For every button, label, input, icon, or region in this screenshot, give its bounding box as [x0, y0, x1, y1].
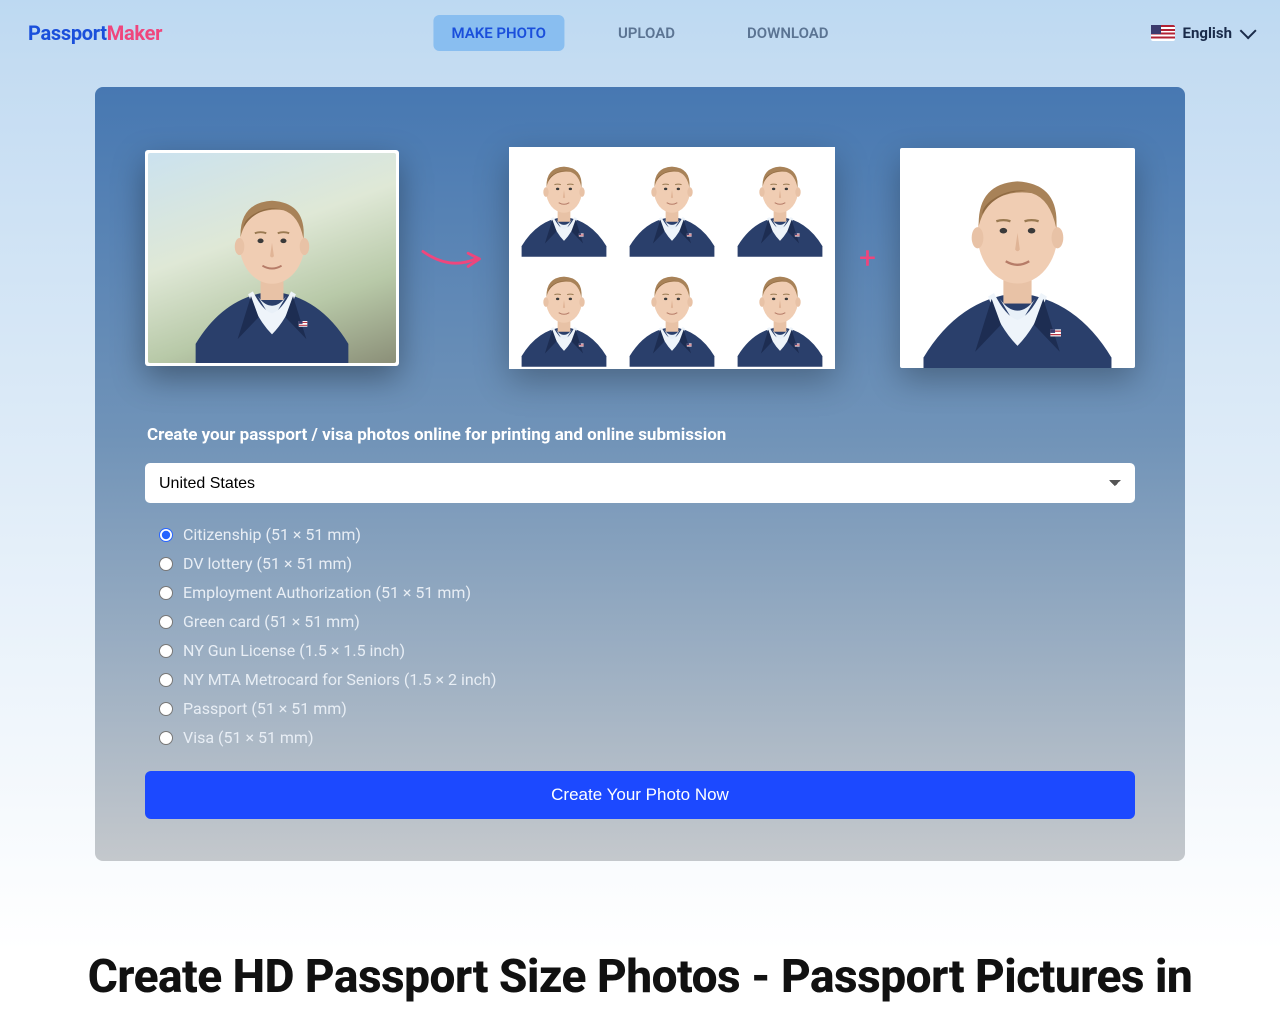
radio-citizenship[interactable]: Citizenship (51 × 51 mm): [159, 525, 1135, 544]
us-flag-icon: [1151, 25, 1175, 41]
radio-input[interactable]: [159, 615, 173, 629]
radio-input[interactable]: [159, 557, 173, 571]
sheet-cell: [619, 259, 725, 367]
radio-label: Green card (51 × 51 mm): [183, 612, 360, 631]
radio-passport[interactable]: Passport (51 × 51 mm): [159, 699, 1135, 718]
photo-sheet: [509, 147, 835, 369]
arrow-icon: [419, 243, 489, 273]
source-photo: [145, 150, 399, 366]
radio-dv-lottery[interactable]: DV lottery (51 × 51 mm): [159, 554, 1135, 573]
radio-input[interactable]: [159, 644, 173, 658]
country-select[interactable]: United States: [145, 463, 1135, 503]
logo-text-1: Passport: [28, 21, 107, 45]
logo-text-2: Maker: [107, 21, 162, 45]
radio-ny-mta-metrocard[interactable]: NY MTA Metrocard for Seniors (1.5 × 2 in…: [159, 670, 1135, 689]
radio-employment-auth[interactable]: Employment Authorization (51 × 51 mm): [159, 583, 1135, 602]
radio-label: NY Gun License (1.5 × 1.5 inch): [183, 641, 405, 660]
language-selector[interactable]: English: [1151, 24, 1252, 42]
single-output-photo: [900, 148, 1135, 368]
form-prompt: Create your passport / visa photos onlin…: [145, 425, 1135, 445]
nav-download[interactable]: DOWNLOAD: [729, 15, 847, 51]
logo[interactable]: PassportMaker: [28, 21, 162, 45]
language-label: English: [1183, 24, 1232, 42]
main-nav: MAKE PHOTO UPLOAD DOWNLOAD: [433, 15, 846, 51]
sheet-cell: [619, 149, 725, 257]
radio-label: NY MTA Metrocard for Seniors (1.5 × 2 in…: [183, 670, 496, 689]
sheet-cell: [511, 259, 617, 367]
photo-demo-row: +: [145, 147, 1135, 369]
page-headline: Create HD Passport Size Photos - Passpor…: [0, 951, 1280, 1004]
radio-input[interactable]: [159, 731, 173, 745]
sheet-cell: [511, 149, 617, 257]
main-card: + Create your passport / visa photos onl…: [95, 87, 1185, 861]
radio-label: Passport (51 × 51 mm): [183, 699, 347, 718]
document-type-radios: Citizenship (51 × 51 mm) DV lottery (51 …: [145, 525, 1135, 747]
chevron-down-icon: [1240, 22, 1257, 39]
radio-label: Employment Authorization (51 × 51 mm): [183, 583, 471, 602]
sheet-cell: [727, 149, 833, 257]
radio-input[interactable]: [159, 673, 173, 687]
sheet-cell: [727, 259, 833, 367]
radio-input[interactable]: [159, 586, 173, 600]
radio-input[interactable]: [159, 528, 173, 542]
create-photo-button[interactable]: Create Your Photo Now: [145, 771, 1135, 819]
nav-make-photo[interactable]: MAKE PHOTO: [433, 15, 564, 51]
source-photo-image: [148, 153, 396, 363]
radio-visa[interactable]: Visa (51 × 51 mm): [159, 728, 1135, 747]
radio-ny-gun-license[interactable]: NY Gun License (1.5 × 1.5 inch): [159, 641, 1135, 660]
header: PassportMaker MAKE PHOTO UPLOAD DOWNLOAD…: [0, 0, 1280, 65]
plus-icon: +: [855, 241, 880, 276]
nav-upload[interactable]: UPLOAD: [600, 15, 693, 51]
radio-green-card[interactable]: Green card (51 × 51 mm): [159, 612, 1135, 631]
radio-label: DV lottery (51 × 51 mm): [183, 554, 352, 573]
radio-label: Visa (51 × 51 mm): [183, 728, 314, 747]
radio-label: Citizenship (51 × 51 mm): [183, 525, 361, 544]
radio-input[interactable]: [159, 702, 173, 716]
hero-section: + Create your passport / visa photos onl…: [0, 65, 1280, 951]
